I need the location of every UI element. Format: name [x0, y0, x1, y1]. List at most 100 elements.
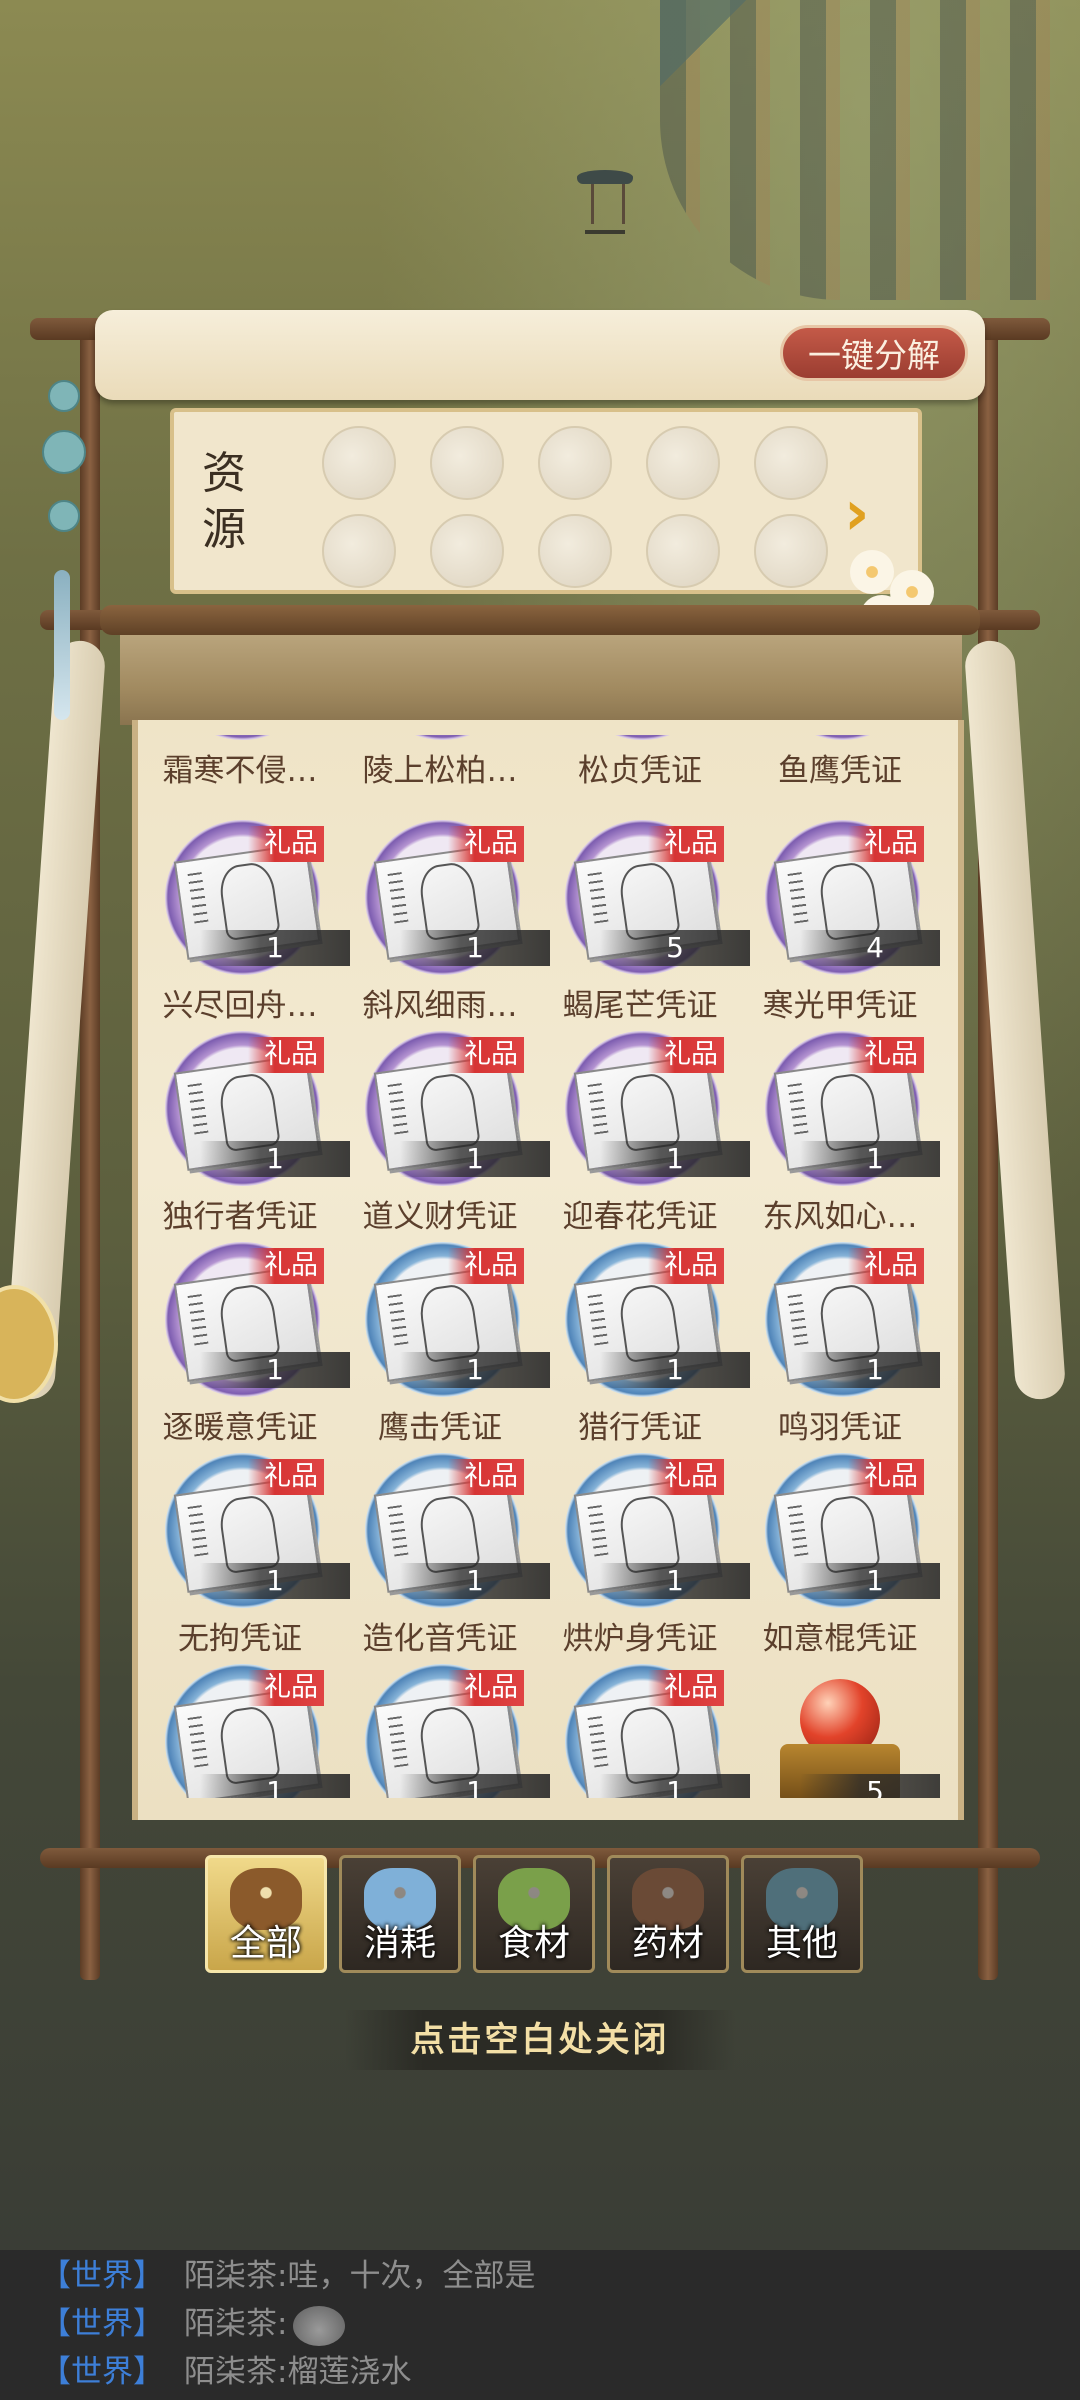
item-name: 如意棍凭证: [762, 1621, 918, 1657]
item-name: 斜风细雨…: [362, 988, 518, 1024]
inventory-grid: 霜寒不侵… 陵上松柏… 松贞凭证 鱼鹰凭证 礼品 1 兴尽回舟… 礼品 1 斜风细雨… 礼品 5 蝎尾…: [140, 735, 940, 1798]
item-cell[interactable]: 礼品 4 寒光甲凭证: [740, 820, 940, 1030]
close-hint-text[interactable]: 点击空白处关闭: [345, 2010, 735, 2070]
resource-slot[interactable]: [538, 514, 612, 588]
item-count: 1: [600, 1774, 750, 1798]
item-count: 1: [200, 1352, 350, 1388]
item-count: 4: [800, 930, 940, 966]
item-cell[interactable]: 礼品 1 兴尽回舟…: [140, 820, 350, 1030]
resource-slot[interactable]: [754, 514, 828, 588]
tab-1[interactable]: 消耗: [339, 1855, 461, 1973]
item-name: 道义财凭证: [362, 1199, 518, 1235]
gift-tag: 礼品: [448, 1037, 524, 1073]
gift-tag: 礼品: [448, 1248, 524, 1284]
item-name: 鱼鹰凭证: [778, 753, 902, 789]
item-cell[interactable]: 礼品 1 造化音凭证: [340, 1453, 550, 1663]
gift-tag: 礼品: [448, 1459, 524, 1495]
item-icon: [765, 735, 920, 740]
chat-line: 【世界】 陌柒茶:榴莲浇水: [40, 2348, 411, 2396]
gift-tag: 礼品: [248, 1670, 324, 1706]
resource-slot[interactable]: [430, 426, 504, 500]
item-cell[interactable]: 礼品 1: [140, 1664, 350, 1798]
tab-2[interactable]: 食材: [473, 1855, 595, 1973]
gift-tag: 礼品: [648, 1037, 724, 1073]
gift-tag: 礼品: [648, 1459, 724, 1495]
item-icon: [165, 735, 320, 740]
gift-tag: 礼品: [848, 1248, 924, 1284]
gift-tag: 礼品: [648, 1670, 724, 1706]
item-cell[interactable]: 礼品 1 斜风细雨…: [340, 820, 550, 1030]
item-cell-partial[interactable]: 陵上松柏…: [340, 735, 540, 795]
item-cell[interactable]: 礼品 1: [540, 1664, 750, 1798]
world-chat[interactable]: 【世界】 陌柒茶:哇，十次，全部是 【世界】 陌柒茶: 【世界】 陌柒茶:榴莲浇水: [0, 2250, 1080, 2400]
item-count: 1: [200, 1141, 350, 1177]
item-count: 1: [600, 1563, 750, 1599]
chat-line: 【世界】 陌柒茶:: [40, 2300, 346, 2348]
item-cell[interactable]: 5: [740, 1664, 940, 1798]
item-count: 1: [800, 1563, 940, 1599]
resources-next-arrow-icon[interactable]: ›: [844, 476, 870, 549]
tab-label: 药材: [631, 1923, 704, 1964]
item-count: 1: [600, 1141, 750, 1177]
tab-4[interactable]: 其他: [741, 1855, 863, 1973]
item-name: 松贞凭证: [578, 753, 702, 789]
pavilion-scenery: [577, 170, 633, 234]
item-count: 1: [400, 1563, 550, 1599]
tab-label: 食材: [497, 1923, 570, 1964]
item-cell-partial[interactable]: 鱼鹰凭证: [740, 735, 940, 795]
item-icon: [365, 735, 520, 740]
item-name: 独行者凭证: [162, 1199, 318, 1235]
item-cell[interactable]: 礼品 1 如意棍凭证: [740, 1453, 940, 1663]
item-cell[interactable]: 礼品 1 猎行凭证: [540, 1242, 750, 1452]
tab-label: 消耗: [363, 1923, 436, 1964]
tab-label: 全部: [229, 1923, 302, 1964]
item-cell-partial[interactable]: 霜寒不侵…: [140, 735, 340, 795]
scroll-roll: [100, 605, 980, 635]
item-cell[interactable]: 礼品 1 无拘凭证: [140, 1453, 350, 1663]
item-cell[interactable]: 礼品 1 独行者凭证: [140, 1031, 350, 1241]
gift-tag: 礼品: [648, 1248, 724, 1284]
item-name: 鸣羽凭证: [778, 1410, 902, 1446]
resource-slot[interactable]: [646, 426, 720, 500]
resource-slot[interactable]: [430, 514, 504, 588]
item-cell[interactable]: 礼品 1 烘炉身凭证: [540, 1453, 750, 1663]
item-count: 5: [600, 930, 750, 966]
item-name: 无拘凭证: [178, 1621, 302, 1657]
item-count: 1: [400, 1141, 550, 1177]
tab-3[interactable]: 药材: [607, 1855, 729, 1973]
item-cell[interactable]: 礼品 1 逐暖意凭证: [140, 1242, 350, 1452]
gift-tag: 礼品: [848, 826, 924, 862]
one-click-disassemble-button[interactable]: 一键分解: [780, 325, 968, 381]
item-cell[interactable]: 礼品 1 鸣羽凭证: [740, 1242, 940, 1452]
gift-tag: 礼品: [248, 1459, 324, 1495]
gift-tag: 礼品: [248, 1248, 324, 1284]
item-name: 兴尽回舟…: [162, 988, 318, 1024]
item-cell[interactable]: 礼品 1 鹰击凭证: [340, 1242, 550, 1452]
item-cell-partial[interactable]: 松贞凭证: [540, 735, 740, 795]
tab-0[interactable]: 全部: [205, 1855, 327, 1973]
resource-slot[interactable]: [322, 426, 396, 500]
jade-pendant: [40, 340, 86, 720]
gift-tag: 礼品: [448, 826, 524, 862]
scroll-roll-paper: [120, 635, 962, 725]
emoji-icon: [293, 2305, 346, 2346]
resource-slot[interactable]: [646, 514, 720, 588]
item-cell[interactable]: 礼品 1 道义财凭证: [340, 1031, 550, 1241]
resources-panel: 资 源 ›: [170, 408, 922, 594]
resource-slot[interactable]: [322, 514, 396, 588]
resource-slot[interactable]: [754, 426, 828, 500]
town-scenery: [660, 0, 1080, 300]
item-count: 1: [400, 1774, 550, 1798]
item-cell[interactable]: 礼品 1 东风如心…: [740, 1031, 940, 1241]
right-pole: [978, 330, 998, 1980]
category-tabs: 全部 消耗 食材 药材 其他: [205, 1855, 875, 1975]
item-count: 1: [800, 1141, 940, 1177]
tab-label: 其他: [765, 1923, 838, 1964]
item-cell[interactable]: 礼品 5 蝎尾芒凭证: [540, 820, 750, 1030]
item-name: 东风如心…: [762, 1199, 918, 1235]
item-cell[interactable]: 礼品 1: [340, 1664, 550, 1798]
item-name: 造化音凭证: [362, 1621, 518, 1657]
resource-slot[interactable]: [538, 426, 612, 500]
chat-sender: 陌柒茶:: [184, 2306, 288, 2342]
item-cell[interactable]: 礼品 1 迎春花凭证: [540, 1031, 750, 1241]
